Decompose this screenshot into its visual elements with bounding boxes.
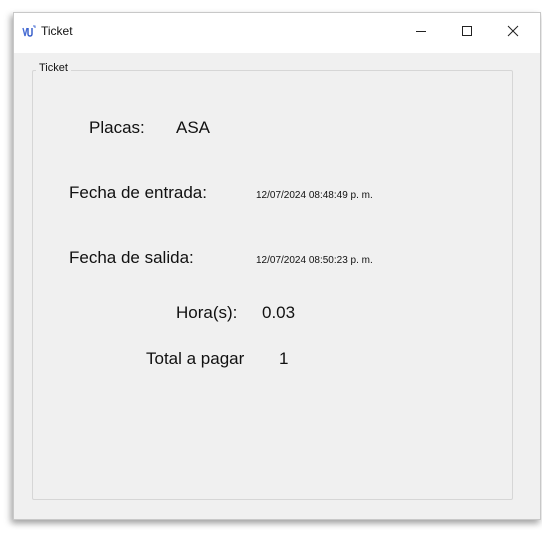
close-button[interactable]	[490, 13, 536, 53]
total-value: 1	[279, 349, 289, 368]
ticket-window: Ticket Ticket Placas: ASA Fecha de entra…	[13, 12, 541, 520]
total-label: Total a pagar	[146, 349, 245, 368]
app-icon	[22, 25, 36, 39]
close-icon	[507, 24, 519, 42]
placas-value: ASA	[176, 118, 211, 137]
window-title: Ticket	[41, 24, 73, 38]
horas-value: 0.03	[262, 303, 296, 322]
groupbox-legend: Ticket	[36, 62, 71, 74]
title-bar[interactable]: Ticket	[14, 13, 540, 53]
salida-label: Fecha de salida:	[69, 248, 194, 267]
entrada-label: Fecha de entrada:	[69, 183, 207, 202]
entrada-value: 12/07/2024 08:48:49 p. m.	[256, 190, 373, 201]
horas-label: Hora(s):	[176, 303, 238, 322]
maximize-button[interactable]	[444, 13, 490, 53]
minimize-button[interactable]	[398, 13, 444, 53]
placas-label: Placas:	[89, 118, 145, 137]
salida-value: 12/07/2024 08:50:23 p. m.	[256, 255, 373, 266]
maximize-icon	[461, 24, 473, 42]
minimize-icon	[415, 24, 427, 42]
